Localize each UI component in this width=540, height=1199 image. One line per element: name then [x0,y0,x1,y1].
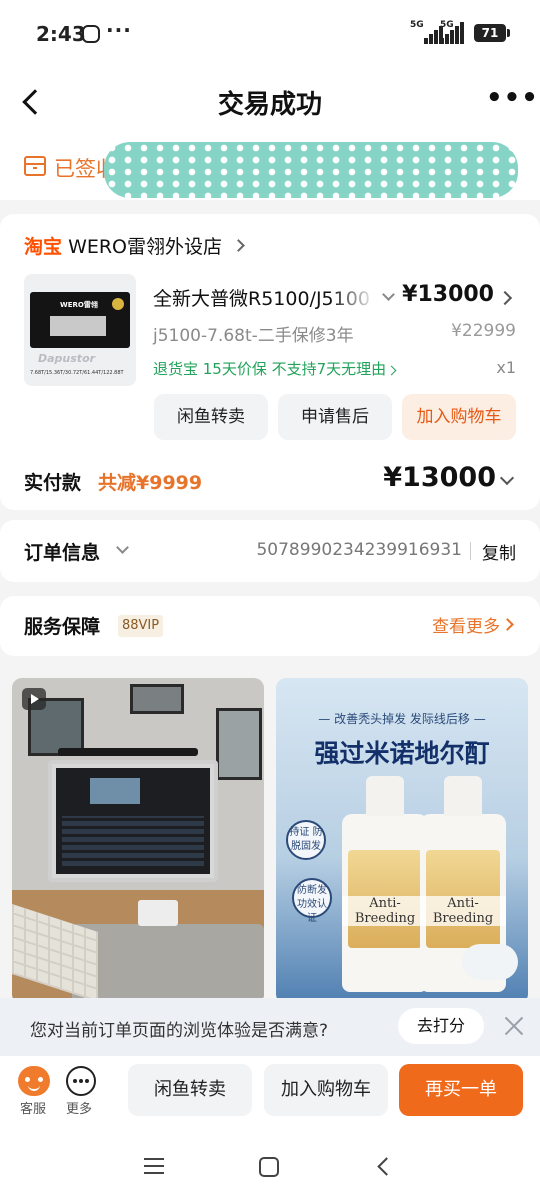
chevron-right-icon [386,365,397,376]
bottom-action-bar: 客服 更多 闲鱼转卖 加入购物车 再买一单 [0,1056,540,1134]
status-more-icon: ··· [106,18,132,42]
shampoo-bottle-image: Anti-Breeding [342,776,428,992]
foam-image [462,944,518,980]
ssd-sticker [50,316,106,336]
see-more-link[interactable]: 查看更多 [432,612,500,637]
ssd-brand-text: WERO雷翎 [60,301,98,309]
network-type-2: 5G [440,20,454,30]
recent-apps-icon[interactable] [144,1158,164,1174]
product-price: ¥13000 [402,282,494,307]
redaction-scribble [104,142,518,198]
divider [470,542,471,560]
rate-button[interactable]: 去打分 [398,1008,484,1044]
service-card: 服务保障 88VIP 查看更多 [0,596,540,656]
chevron-down-icon[interactable] [116,541,129,554]
discount-text: 共减¥9999 [98,472,203,494]
after-sale-button[interactable]: 申请售后 [278,394,392,440]
efficacy-badge: 防断发 功效认证 [292,878,332,924]
title-fade [330,280,376,310]
xianyu-sell-button[interactable]: 闲鱼转卖 [128,1064,252,1116]
pump-cap [366,776,404,816]
battery-icon: 71 [474,24,510,42]
service-tags[interactable]: 退货宝 15天价保 不支持7天无理由 [153,358,397,379]
order-info-label[interactable]: 订单信息 [24,538,100,565]
ssd-image: WERO雷翎 [30,292,130,348]
survey-question: 您对当前订单页面的浏览体验是否满意? [30,1021,329,1041]
order-item-card: 淘宝 WERO雷翎外设店 WERO雷翎 Dapustor 7.68T/15.36… [0,214,540,510]
add-to-cart-button[interactable]: 加入购物车 [402,394,516,440]
ssd-model-text: Dapustor [38,352,96,365]
pump-cap [444,776,482,816]
play-icon [22,688,46,710]
app-notification-icon [82,25,100,43]
desk-mat [72,924,264,1004]
product-quantity: x1 [496,358,516,377]
customer-service-label[interactable]: 客服 [20,1098,46,1117]
ssd-spec-text: 7.68T/15.36T/30.72T/61.44T/122.88T [30,370,124,376]
platform-logo: 淘宝 [24,236,63,258]
video-preview-pane [90,778,140,804]
mini-pc-image [138,900,178,926]
xianyu-sell-button[interactable]: 闲鱼转卖 [154,394,268,440]
chevron-right-icon[interactable] [497,290,513,306]
close-icon[interactable] [500,1012,528,1040]
order-info-card: 订单信息 5078990234239916931 复制 [0,520,540,582]
wall-picture [130,684,184,714]
ad-headline: 强过米诺地尔酊 [314,739,490,768]
chevron-down-icon[interactable] [382,288,395,301]
home-icon[interactable] [259,1157,279,1177]
ssd-badge-icon [112,298,124,310]
wall-picture [216,708,262,780]
add-to-cart-button[interactable]: 加入购物车 [264,1064,388,1116]
more-icon[interactable] [66,1066,96,1096]
payment-total[interactable]: ¥13000 [383,462,496,493]
copy-button[interactable]: 复制 [482,539,516,564]
survey-banner: 您对当前订单页面的浏览体验是否满意? 去打分 [0,998,540,1056]
feed-video-card[interactable] [12,678,264,1004]
bottle-label-2: Anti-Breeding [420,896,506,926]
header: 交易成功 ••• [0,70,540,134]
ad-tagline: — 改善秃头掉发 发际线后移 — [318,712,486,726]
service-tags-text: 退货宝 15天价保 不支持7天无理由 [153,360,387,378]
page-title: 交易成功 [217,90,322,120]
back-arrow-icon[interactable] [14,84,50,120]
system-nav-bar [0,1134,540,1199]
timeline-tracks [62,816,204,866]
system-back-icon[interactable] [377,1157,396,1176]
feed-ad-card[interactable]: — 改善秃头掉发 发际线后移 — 强过米诺地尔酊 Anti-Breeding A… [276,678,528,1004]
shop-name: WERO雷翎外设店 [68,236,223,258]
package-icon [24,156,46,176]
monitor-screen [56,768,210,874]
product-image[interactable]: WERO雷翎 Dapustor 7.68T/15.36T/30.72T/61.4… [24,274,136,386]
more-options-icon[interactable]: ••• [486,85,538,116]
status-time: 2:43 [36,22,86,46]
monitor-image [48,760,218,882]
bottle-label: Anti-Breeding [342,896,428,926]
shop-name-link[interactable]: 淘宝 WERO雷翎外设店 [24,232,222,259]
order-number: 5078990234239916931 [256,540,462,560]
service-label: 服务保障 [24,616,101,638]
chevron-right-icon [232,239,245,252]
status-bar: 2:43 ··· 5G 5G 71 [0,0,540,70]
monitor-light-bar [58,748,198,756]
certification-badge: 持证 防脱固发 [286,820,326,860]
product-spec: j5100-7.68t-二手保修3年 [153,326,354,346]
chevron-right-icon[interactable] [501,618,514,631]
signal-icon-2: 5G [440,20,476,44]
original-price: ¥22999 [451,321,516,341]
payment-label: 实付款 [24,472,82,494]
customer-service-icon[interactable] [18,1066,50,1096]
chevron-down-icon[interactable] [499,470,515,486]
network-type-1: 5G [410,20,424,30]
buy-again-button[interactable]: 再买一单 [399,1064,523,1116]
more-label[interactable]: 更多 [66,1098,92,1117]
vip-badge: 88VIP [118,615,164,637]
